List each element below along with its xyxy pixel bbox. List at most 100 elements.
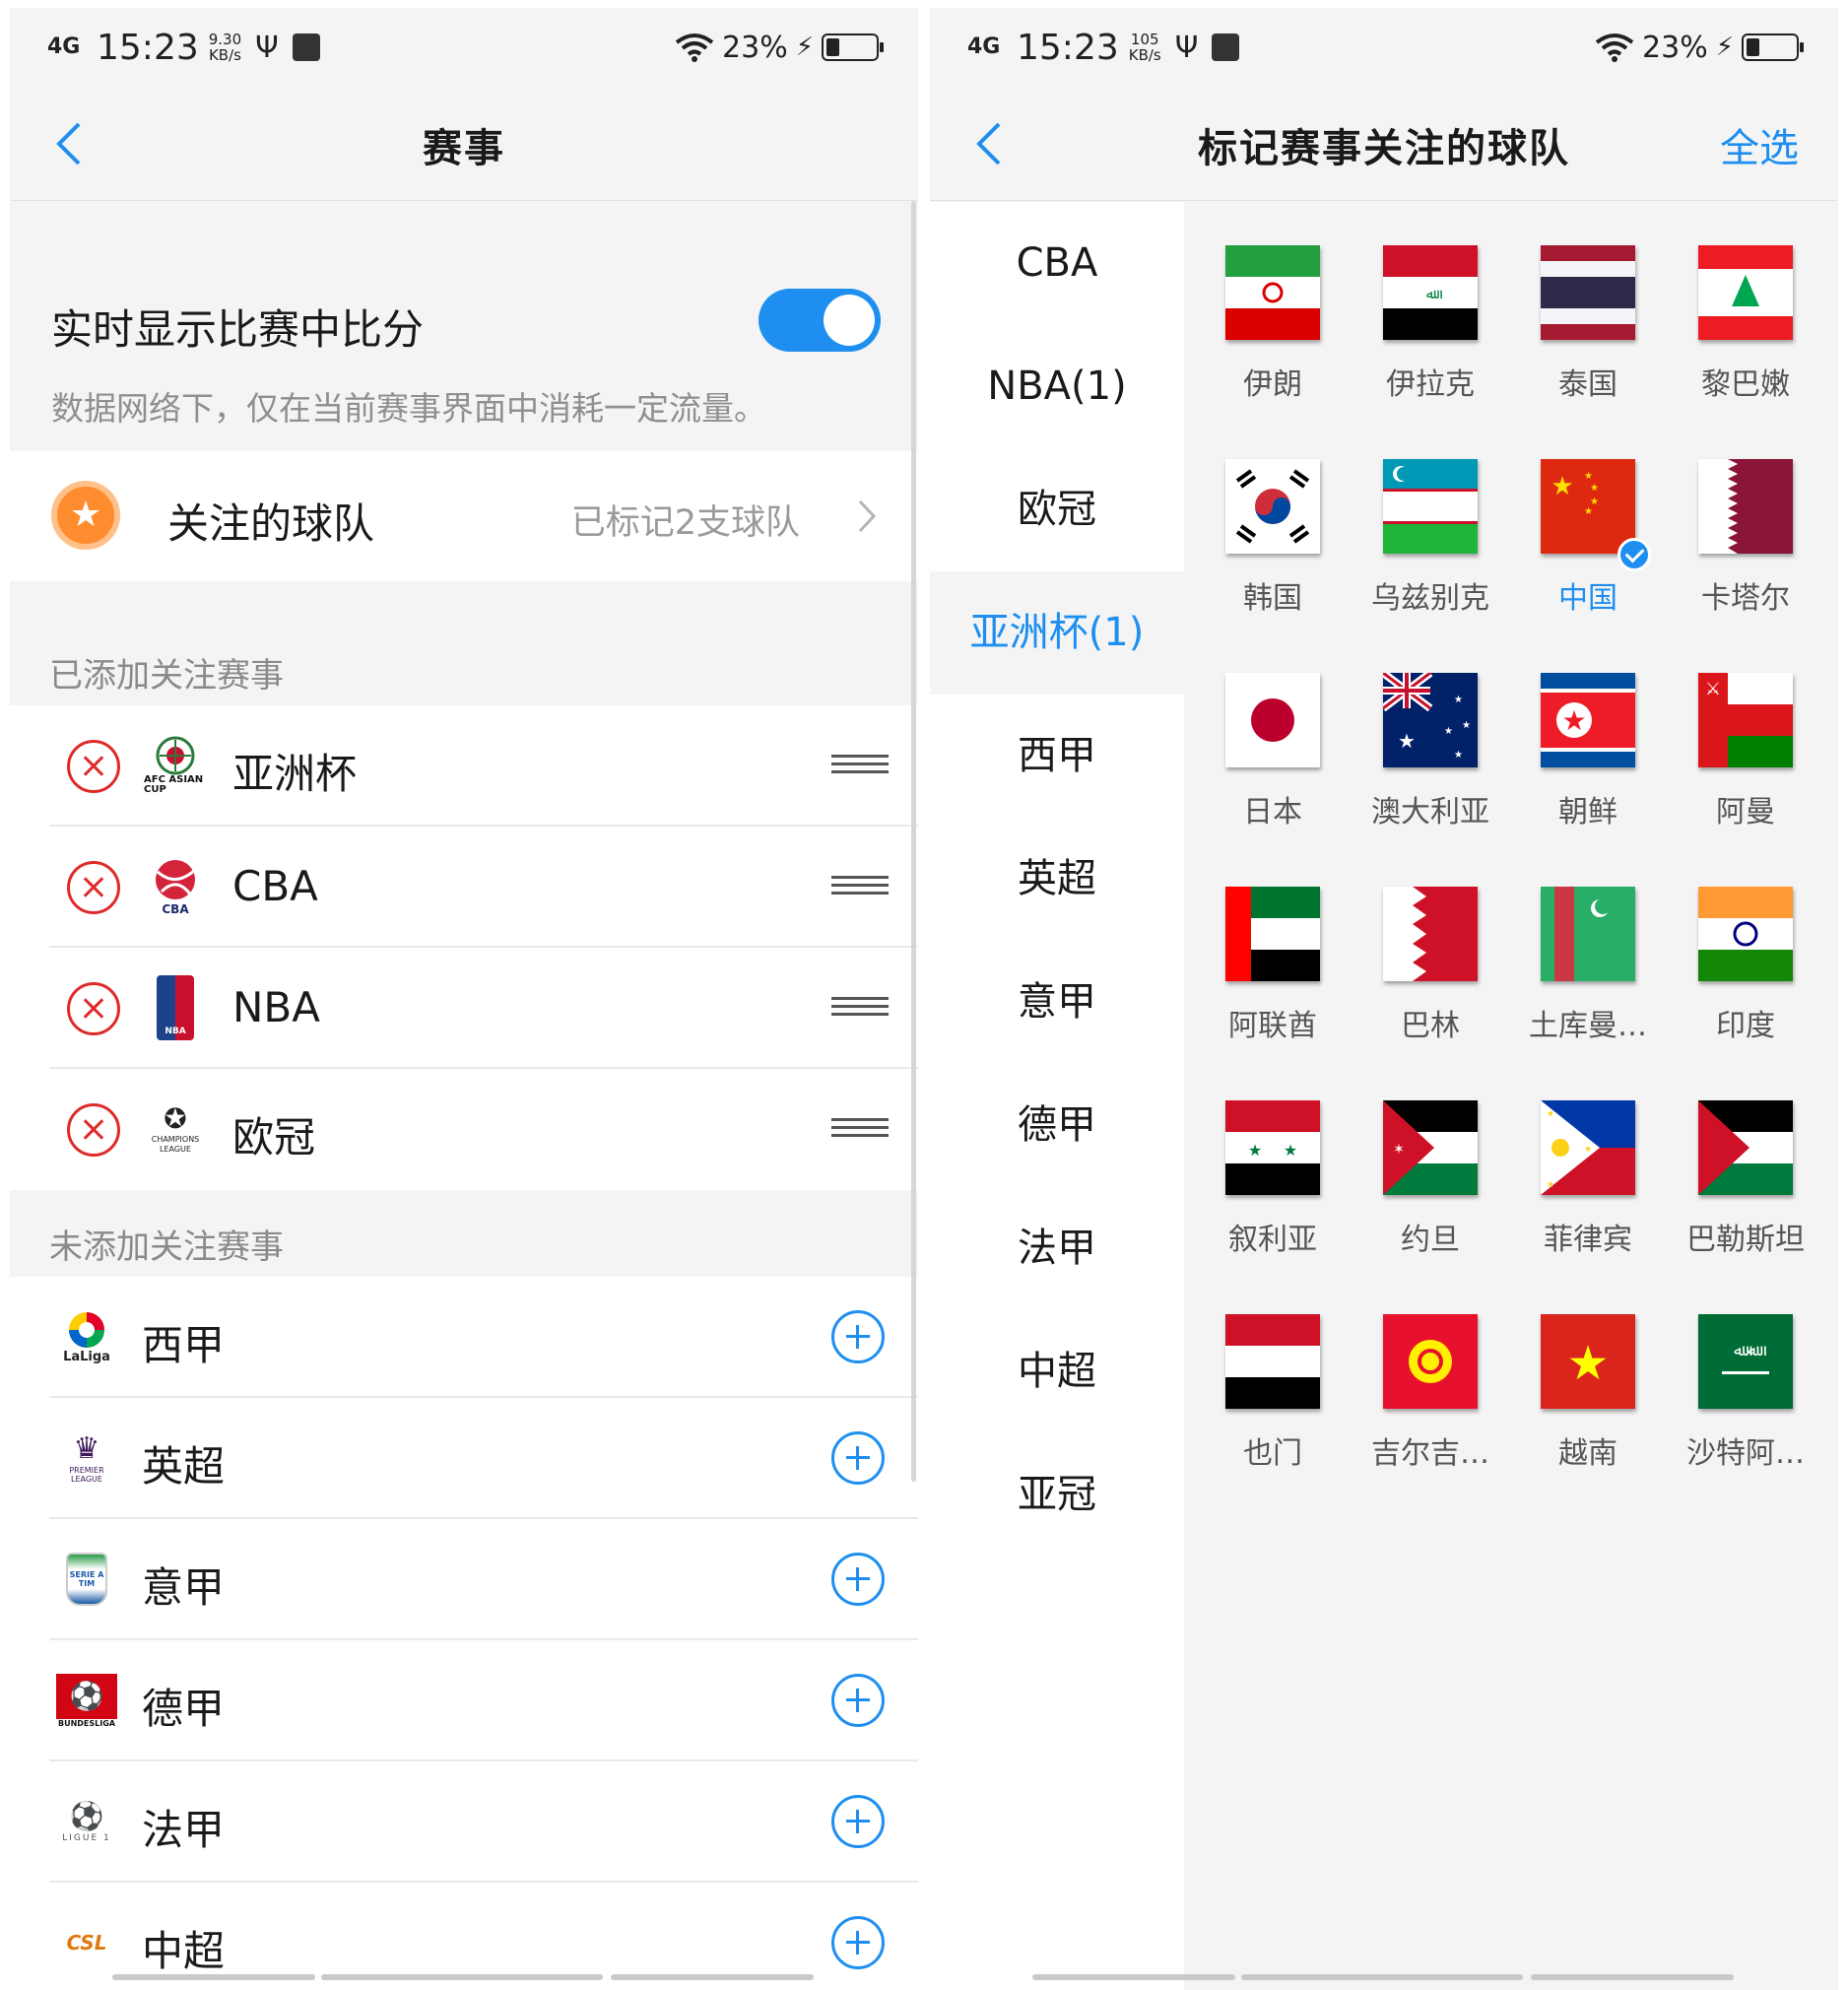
team-item[interactable]: ★ 越南 [1509,1271,1667,1484]
svg-text:★: ★ [1566,1336,1609,1391]
page-title: 标记赛事关注的球队 [1198,126,1570,171]
serie-a-logo: SERIE A TIM [55,1547,118,1612]
scrollbar[interactable] [911,201,916,1482]
team-name: 吉尔吉… [1371,1436,1489,1471]
team-item[interactable]: ﷲ 伊拉克 [1352,202,1509,415]
cba-logo: CBA [144,854,207,919]
add-icon[interactable] [831,1916,885,1969]
menu-item[interactable]: 亚冠 [930,1433,1184,1557]
team-item[interactable]: ★ ★ ★ ★ ★ 中国 [1509,416,1667,629]
team-item[interactable]: 巴勒斯坦 [1667,1057,1824,1270]
drag-handle-icon[interactable] [831,997,889,1023]
team-item[interactable]: 印度 [1667,843,1824,1056]
remove-icon[interactable] [67,982,120,1035]
add-icon[interactable] [831,1553,885,1606]
signal-icon: 4G [967,34,1001,59]
team-name: 土库曼… [1529,1009,1647,1043]
svg-text:★: ★ [1454,750,1463,761]
drag-handle-icon[interactable] [831,1118,889,1144]
not-added-section-label: 未添加关注赛事 [49,1227,284,1267]
added-competition-row: AFC ASIAN CUP 亚洲杯 [10,705,918,827]
menu-item[interactable]: 英超 [930,818,1184,941]
status-bar: 4G 15:23 105 KB/s Ψ 23% ⚡ [930,8,1838,87]
remove-icon[interactable] [67,861,120,914]
drag-handle-icon[interactable] [831,755,889,780]
north-korea-flag: ★ [1541,673,1635,767]
team-grid: 伊朗 ﷲ 伊拉克 泰国 黎巴嫩 韩国 乌兹别克 ★ ★ ★ ★ ★ 中国 卡塔尔 日本 ★ ★ ★ ★ ★ 澳大利亚 ★ 朝… [1184,202,1838,1990]
added-competition-row: CBA CBA [10,827,918,948]
iraq-flag: ﷲ [1383,245,1478,340]
home-indicator [1531,1974,1734,1980]
team-item[interactable]: 土库曼… [1509,843,1667,1056]
menu-item[interactable]: CBA [930,202,1184,325]
turkmenistan-flag [1541,887,1635,981]
team-item[interactable]: 也门 [1194,1271,1352,1484]
nba-logo: NBA [144,975,207,1040]
team-item[interactable]: 吉尔吉… [1352,1271,1509,1484]
added-competition-row: NBA NBA [10,948,918,1069]
team-item[interactable]: 日本 [1194,630,1352,842]
favorite-teams-row[interactable]: ★ 关注的球队 已标记2支球队 [10,451,918,581]
iran-flag [1225,245,1320,340]
team-item[interactable]: 泰国 [1509,202,1667,415]
svg-text:★: ★ [1284,1141,1297,1160]
team-item[interactable]: ★ ★ ★ 菲律宾 [1509,1057,1667,1270]
status-time: 15:23 [97,27,199,68]
menu-item[interactable]: 中超 [930,1310,1184,1433]
add-icon[interactable] [831,1674,885,1727]
menu-item[interactable]: 亚洲杯(1) [930,571,1184,695]
competition-menu: CBA NBA(1) 欧冠 亚洲杯(1) 西甲 英超 意甲 德甲 法甲 中超 亚冠 [930,202,1184,1990]
right-screen: 4G 15:23 105 KB/s Ψ 23% ⚡ 标记赛事关注的球队 全选 CB… [930,8,1838,1990]
team-item[interactable]: 黎巴嫩 [1667,202,1824,415]
add-icon[interactable] [831,1431,885,1485]
team-name: 巴林 [1401,1009,1460,1043]
afc-asian-cup-logo: AFC ASIAN CUP [144,733,207,798]
team-item[interactable]: 乌兹别克 [1352,416,1509,629]
usb-icon: Ψ [1174,30,1199,65]
select-all-button[interactable]: 全选 [1720,116,1799,173]
team-item[interactable]: ★ ★ 叙利亚 [1194,1057,1352,1270]
add-icon[interactable] [831,1310,885,1363]
menu-item[interactable]: 意甲 [930,941,1184,1064]
remove-icon[interactable] [67,1103,120,1157]
team-item[interactable]: ★ ★ ★ ★ ★ 澳大利亚 [1352,630,1509,842]
toggle-knob [824,295,875,346]
remove-icon[interactable] [67,740,120,793]
menu-item[interactable]: 西甲 [930,695,1184,818]
svg-text:★: ★ [1547,1180,1554,1190]
team-item[interactable]: 韩国 [1194,416,1352,629]
team-item[interactable]: ﷲ ﷲ 沙特阿… [1667,1271,1824,1484]
svg-text:★: ★ [1584,471,1593,482]
team-item[interactable]: 巴林 [1352,843,1509,1056]
realtime-score-title: 实时显示比赛中比分 [51,305,425,354]
laliga-logo: LaLiga [55,1304,118,1369]
team-item[interactable]: 阿联酋 [1194,843,1352,1056]
team-name: 黎巴嫩 [1701,367,1790,402]
competition-name: 德甲 [142,1685,226,1733]
svg-text:★: ★ [1398,729,1416,753]
team-item[interactable]: 卡塔尔 [1667,416,1824,629]
menu-item[interactable]: 欧冠 [930,448,1184,571]
champions-league-logo: ✪ CHAMPIONS LEAGUE [151,1102,200,1155]
team-item[interactable]: 伊朗 [1194,202,1352,415]
team-name: 日本 [1243,795,1302,829]
bundesliga-logo: ⚽ BUNDESLIGA [55,1668,118,1733]
team-name: 乌兹别克 [1371,581,1489,616]
added-competition-row: ✪ CHAMPIONS LEAGUE 欧冠 [10,1069,918,1190]
home-indicator [1241,1974,1523,1980]
team-item[interactable]: ⚔ 阿曼 [1667,630,1824,842]
team-name: 印度 [1716,1009,1775,1043]
favorite-teams-count: 已标记2支球队 [570,503,800,543]
menu-item[interactable]: 法甲 [930,1187,1184,1310]
usb-icon: Ψ [255,30,279,65]
team-name: 韩国 [1243,581,1302,616]
lebanon-flag [1698,245,1793,340]
menu-item[interactable]: NBA(1) [930,325,1184,448]
drag-handle-icon[interactable] [831,876,889,901]
menu-item[interactable]: 德甲 [930,1064,1184,1187]
team-item[interactable]: ★ 朝鲜 [1509,630,1667,842]
add-icon[interactable] [831,1795,885,1848]
realtime-score-toggle[interactable] [759,289,881,352]
team-name: 泰国 [1558,367,1617,402]
team-item[interactable]: ✶ 约旦 [1352,1057,1509,1270]
